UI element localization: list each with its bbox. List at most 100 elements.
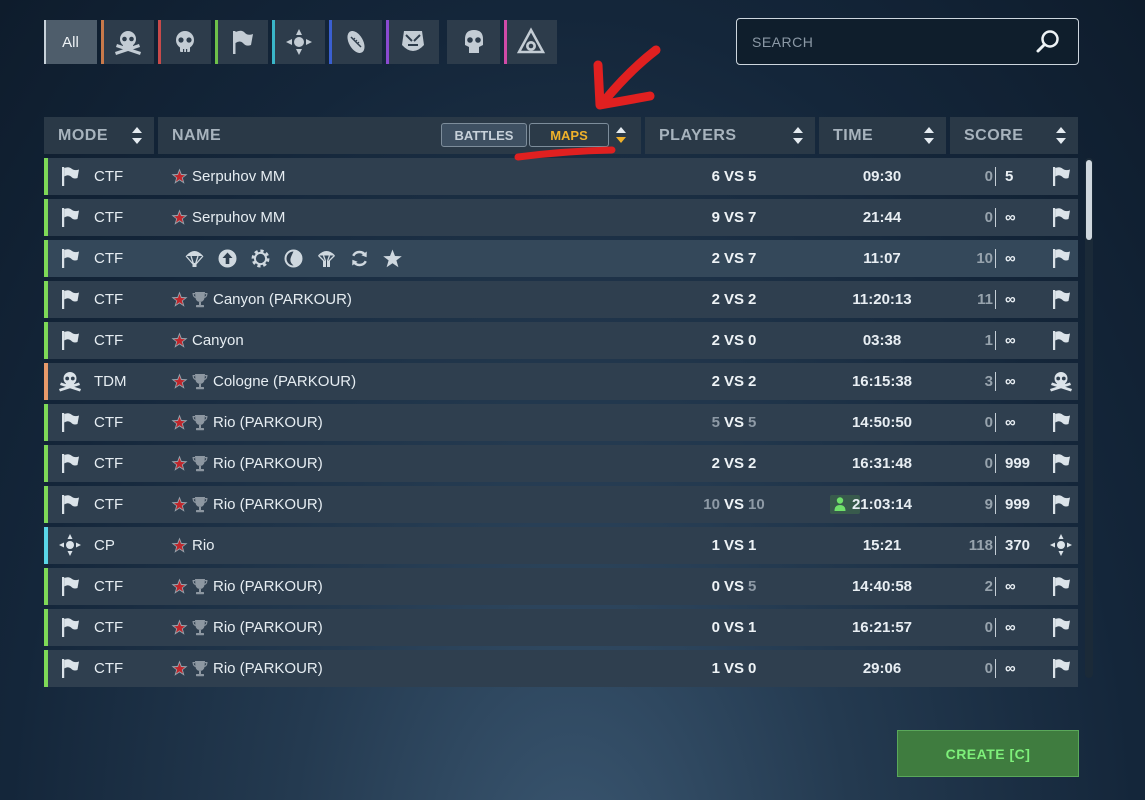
- triangle-bomb-icon: [516, 27, 545, 54]
- gear-icon: [250, 248, 271, 274]
- filter-tab-tdm[interactable]: [101, 20, 154, 64]
- filter-tab-all-label: All: [62, 33, 79, 51]
- filter-tab-all[interactable]: All: [44, 20, 97, 64]
- skull-icon: [464, 30, 483, 53]
- maps-toggle-button[interactable]: MAPS: [529, 123, 609, 147]
- team-blue-count: 7: [748, 250, 757, 267]
- mode-label: CTF: [94, 291, 124, 308]
- column-header-time[interactable]: TIME: [819, 117, 946, 154]
- filter-tab-rugby[interactable]: [329, 20, 382, 64]
- score-current: 0: [984, 455, 993, 472]
- battle-row[interactable]: CTF Rio (PARKOUR) 5 VS 5 14:50:50 0 ∞: [44, 404, 1078, 441]
- name-sort-icon[interactable]: [616, 127, 626, 143]
- team-red-count: 5: [711, 414, 720, 431]
- mode-label: CTF: [94, 455, 124, 472]
- flag-icon: [1049, 492, 1073, 516]
- players-count: 2 VS 7: [639, 240, 829, 277]
- score-limit: ∞: [1005, 578, 1016, 595]
- flag-icon: [58, 451, 82, 475]
- filter-tab-ctf[interactable]: [215, 20, 268, 64]
- team-blue-count: 2: [748, 291, 757, 308]
- vs-label: VS: [723, 455, 744, 472]
- battle-time: 16:31:48: [851, 455, 913, 472]
- battles-toggle-button[interactable]: BATTLES: [441, 123, 527, 147]
- battle-row[interactable]: CTF Rio (PARKOUR) 1 VS 0 29:06 0 ∞: [44, 650, 1078, 687]
- filter-tab-juggernaut[interactable]: [447, 20, 500, 64]
- battle-row[interactable]: CTF Serpuhov MM 6 VS 5 09:30 0 5: [44, 158, 1078, 195]
- score-current: 2: [984, 578, 993, 595]
- score-current: 118: [968, 537, 993, 554]
- tab-strip: [504, 20, 507, 64]
- flag-icon: [1049, 656, 1073, 680]
- players-count: 1 VS 1: [639, 527, 829, 564]
- score-current: 0: [984, 168, 993, 185]
- battle-row[interactable]: CTF Canyon (PARKOUR) 2 VS 2 11:20:13 11 ∞: [44, 281, 1078, 318]
- column-header-mode[interactable]: MODE: [44, 117, 154, 154]
- team-red-count: 0: [711, 619, 720, 636]
- rank-star-icon: [171, 496, 188, 513]
- filter-tab-dm[interactable]: [158, 20, 211, 64]
- tab-strip: [215, 20, 218, 64]
- score-limit: 5: [1005, 168, 1014, 185]
- search-box: [736, 18, 1079, 65]
- battle-row[interactable]: CP Rio 1 VS 1 15:21 118 370: [44, 527, 1078, 564]
- star-icon: [382, 248, 403, 274]
- rank-star-icon: [171, 619, 188, 636]
- vs-label: VS: [723, 168, 744, 185]
- filter-tab-cp[interactable]: [272, 20, 325, 64]
- column-header-players[interactable]: PLAYERS: [645, 117, 815, 154]
- mode-color-bar: [44, 568, 48, 605]
- tab-strip: [101, 20, 104, 64]
- vs-label: VS: [723, 332, 744, 349]
- crosshair-icon: [285, 29, 312, 55]
- flag-icon: [58, 164, 82, 188]
- map-name: Canyon: [192, 332, 244, 349]
- score-divider: [995, 331, 996, 350]
- create-battle-button[interactable]: CREATE [C]: [897, 730, 1079, 777]
- score-limit: ∞: [1005, 209, 1016, 226]
- tab-strip: [272, 20, 275, 64]
- mode-filter-tabs: All: [44, 20, 557, 64]
- rugby-ball-icon: [346, 31, 365, 53]
- mode-label: CTF: [94, 250, 124, 267]
- battle-row[interactable]: CTF 2 VS 7 11:07 10 ∞: [44, 240, 1078, 277]
- search-input[interactable]: [737, 32, 1034, 51]
- flag-icon: [58, 410, 82, 434]
- battle-time: 29:06: [862, 660, 902, 677]
- battle-row[interactable]: TDM Cologne (PARKOUR) 2 VS 2 16:15:38 3 ∞: [44, 363, 1078, 400]
- score-divider: [995, 372, 996, 391]
- trophy-icon: [192, 373, 208, 390]
- score-current: 0: [984, 660, 993, 677]
- mode-color-bar: [44, 363, 48, 400]
- battle-row[interactable]: CTF Canyon 2 VS 0 03:38 1 ∞: [44, 322, 1078, 359]
- vs-label: VS: [723, 291, 744, 308]
- flag-icon: [58, 492, 82, 516]
- score-current: 1: [984, 332, 993, 349]
- team-blue-count: 7: [748, 209, 757, 226]
- vs-label: VS: [723, 660, 744, 677]
- column-header-score[interactable]: SCORE: [950, 117, 1078, 154]
- filter-tab-jgr[interactable]: [386, 20, 439, 64]
- vs-label: VS: [723, 619, 744, 636]
- score-limit: 999: [1005, 455, 1031, 472]
- battle-row[interactable]: CTF Rio (PARKOUR) 2 VS 2 16:31:48 0 999: [44, 445, 1078, 482]
- score-divider: [995, 659, 996, 678]
- team-blue-count: 0: [748, 660, 757, 677]
- team-blue-count: 2: [748, 455, 757, 472]
- team-red-count: 2: [711, 291, 720, 308]
- battle-row[interactable]: CTF Serpuhov MM 9 VS 7 21:44 0 ∞: [44, 199, 1078, 236]
- score-divider: [995, 454, 996, 473]
- battle-row[interactable]: CTF Rio (PARKOUR) 0 VS 5 14:40:58 2 ∞: [44, 568, 1078, 605]
- tab-strip: [386, 20, 389, 64]
- mode-label: CTF: [94, 332, 124, 349]
- filter-tab-assault[interactable]: [504, 20, 557, 64]
- crosshair-icon: [58, 533, 82, 557]
- search-icon[interactable]: [1034, 28, 1062, 56]
- scrollbar-thumb[interactable]: [1086, 160, 1092, 240]
- team-red-count: 6: [711, 168, 720, 185]
- battle-row[interactable]: CTF Rio (PARKOUR) 10 VS 10 21:03:14 9 999: [44, 486, 1078, 523]
- score-divider: [995, 167, 996, 186]
- skull-and-bones-icon: [58, 369, 82, 393]
- battle-row[interactable]: CTF Rio (PARKOUR) 0 VS 1 16:21:57 0 ∞: [44, 609, 1078, 646]
- vs-label: VS: [723, 537, 744, 554]
